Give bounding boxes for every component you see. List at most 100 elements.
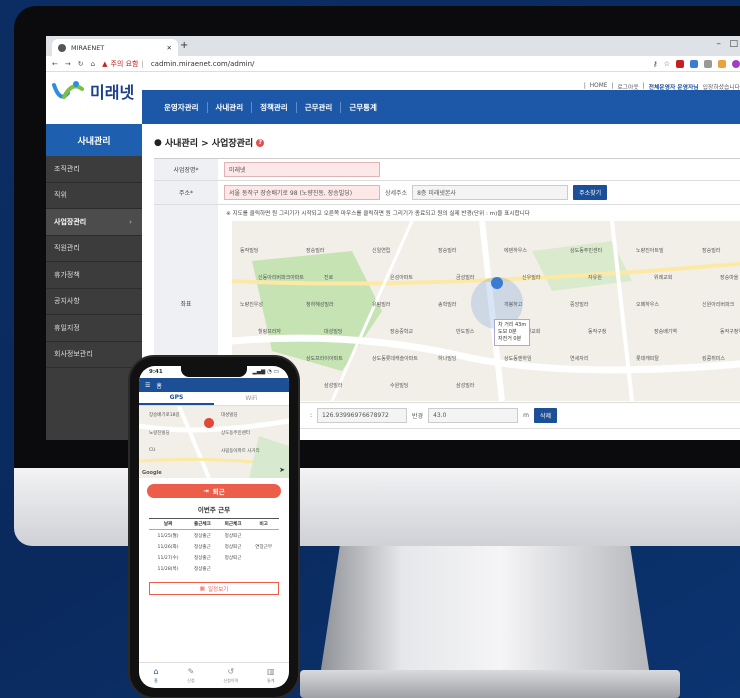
phone-map-label: 노량진빌딩	[149, 431, 170, 436]
map-label: 송학빌라	[438, 302, 457, 308]
detail-address-input[interactable]: 8층 미래넷본사	[412, 185, 569, 200]
new-tab-icon[interactable]: +	[180, 40, 188, 51]
checkout-button[interactable]: ⇥ 퇴근	[147, 484, 281, 498]
footer-item-apply[interactable]: ✎ 신청	[187, 667, 194, 684]
car-distance: 차 거리 43m	[498, 322, 527, 328]
tab-wifi[interactable]: WiFi	[214, 392, 289, 405]
menu-icon[interactable]: ☰	[145, 382, 150, 389]
brand-logo[interactable]: 미래넷	[52, 79, 134, 103]
sidebar-item-company-info[interactable]: 회사정보관리	[46, 342, 142, 368]
table-header: 날짜	[149, 518, 188, 530]
location-pin-icon	[491, 277, 504, 289]
sidebar-item-position[interactable]: 직위	[46, 183, 142, 209]
map-view[interactable]: 동작빌딩 장승빌라 신일연립 장승빌라 에덴하우스 상도동주민센터 노량진아트빌 장승빌라 신동…	[232, 221, 740, 401]
extension-icon[interactable]	[704, 59, 712, 68]
close-icon[interactable]: ✕	[167, 44, 172, 52]
tab-gps[interactable]: GPS	[139, 392, 214, 405]
map-label: 상도동롯데캐슬아파트	[372, 356, 419, 362]
extension-icon[interactable]	[676, 59, 684, 68]
table-row: 11/28(목) 정상출근	[149, 563, 279, 574]
location-pin-icon	[204, 418, 215, 428]
name-input[interactable]: 미래넷	[224, 162, 380, 177]
profile-icon[interactable]	[732, 59, 740, 68]
star-icon[interactable]: ☆	[664, 60, 670, 68]
attendance-table: 날짜 출근체크 퇴근체크 비고 11/25(월) 정상출근 정상퇴근 11/26(화…	[149, 518, 279, 574]
gnb-item-company[interactable]: 사내관리	[208, 101, 253, 113]
gnb-item-work[interactable]: 근무관리	[297, 101, 342, 113]
sidebar-item-notice[interactable]: 공지사항	[46, 289, 142, 315]
footer-label: 신청이력	[223, 678, 239, 683]
table-cell	[248, 530, 279, 542]
address-label: 주소*	[154, 181, 218, 204]
reload-icon[interactable]: ↻	[78, 60, 84, 68]
map-label: 오페하우스	[636, 302, 660, 308]
address-input[interactable]: 서울 동작구 장승배기로 98 (노량진동, 장승빌딩)	[224, 185, 380, 200]
delete-button[interactable]: 삭제	[533, 408, 557, 423]
form-row-address: 주소* 서울 동작구 장승배기로 98 (노량진동, 장승빌딩) 상세주소 8층…	[154, 181, 740, 205]
longitude-input[interactable]: 126.93996976678972	[317, 408, 408, 423]
map-label: 대성빌딩	[324, 329, 343, 335]
back-icon[interactable]: ←	[52, 60, 58, 68]
table-row: 11/25(월) 정상출근 정상퇴근	[149, 530, 279, 542]
phone-footer-nav: ⌂ 홈 ✎ 신청 ↺ 신청이력 ▥ 통계	[139, 662, 289, 688]
footer-label: 신청	[187, 678, 195, 683]
sidebar-item-leave[interactable]: 휴가정책	[46, 262, 142, 289]
map-label: 동작빌딩	[240, 248, 259, 254]
global-nav: 운영자관리 사내관리 정책관리 근무관리 근무통계	[142, 90, 740, 124]
footer-item-stats[interactable]: ▥ 통계	[267, 667, 275, 684]
map-note: ※ 지도를 클릭하면 원 그리기가 시작되고 오른쪽 마우스를 클릭하면 원 그…	[226, 211, 530, 217]
week-title: 이번주 근무	[197, 506, 231, 514]
extension-icon[interactable]	[690, 59, 698, 68]
help-icon[interactable]: ?	[256, 138, 265, 147]
sidebar-item-holiday[interactable]: 휴일지정	[46, 315, 142, 342]
sidebar-item-label: 사업장관리	[54, 217, 87, 226]
gnb-item-operator[interactable]: 운영자관리	[156, 101, 208, 113]
minimize-icon[interactable]: – □	[716, 39, 738, 49]
logo-icon	[52, 81, 84, 99]
table-cell: 11/28(목)	[157, 566, 179, 572]
map-label: 상도동주민센터	[570, 248, 603, 254]
phone-map[interactable]: 장승배기로18길 대성빌딩 노량진빌딩 상도동주민센터 CU 사림동아파트 사거리 Goo…	[139, 406, 289, 478]
map-label: 장승빌라	[702, 248, 721, 254]
detail-address-label: 상세주소	[385, 190, 408, 197]
security-warning[interactable]: ▲ 주의 요함 |	[102, 59, 144, 69]
schedule-button[interactable]: ▦ 일정보기	[149, 582, 279, 595]
table-cell	[218, 563, 249, 574]
footer-label: 통계	[267, 678, 275, 683]
table-cell	[248, 563, 279, 574]
locate-icon[interactable]: ➤	[279, 466, 285, 474]
map-label: 상도동엔하임	[504, 356, 532, 362]
radius-input[interactable]: 43.0	[428, 408, 519, 423]
calendar-icon: ▦	[199, 585, 205, 592]
gnb-item-stats[interactable]: 근무통계	[341, 102, 385, 113]
table-cell: 정상출근	[193, 555, 211, 561]
sidebar-item-staff[interactable]: 직원관리	[46, 236, 142, 262]
map-label: 청하혜성빌라	[306, 302, 334, 308]
sidebar-item-org[interactable]: 조직관리	[46, 156, 142, 183]
url-input[interactable]: cadmin.miraenet.com/admin/	[151, 60, 255, 68]
history-icon: ↺	[227, 667, 235, 676]
gnb-item-policy[interactable]: 정책관리	[252, 101, 297, 113]
footer-item-history[interactable]: ↺ 신청이력	[223, 667, 238, 684]
map-label: 신동아리버파크아파트	[258, 275, 305, 281]
browser-tab[interactable]: MIRAENET ✕	[52, 39, 178, 56]
key-icon[interactable]: ⚷	[653, 60, 658, 68]
table-header: 퇴근체크	[217, 518, 249, 530]
table-cell	[248, 552, 279, 563]
home-icon[interactable]: ⌂	[91, 60, 95, 68]
phone-time: 9:41	[149, 369, 163, 375]
map-label: 수원빌딩	[390, 383, 409, 389]
phone-screen: 9:41 ▂▄▆ ◔ ▭ ☰ 홈 GPS WiFi 장승배기로18길 대성빌딩 노량…	[139, 366, 289, 688]
phone-map-label: CU	[149, 448, 156, 453]
footer-item-home[interactable]: ⌂ 홈	[153, 667, 158, 684]
extension-icon[interactable]	[718, 59, 726, 68]
pencil-icon: ✎	[187, 667, 195, 676]
home-link[interactable]: HOME	[590, 83, 608, 89]
sidebar-item-workplace[interactable]: 사업장관리 ›	[46, 209, 142, 236]
sidebar-title: 사내관리	[46, 124, 142, 156]
map-label: 신원아리버파크	[702, 302, 735, 308]
radius-label: 반경	[412, 413, 424, 420]
address-search-button[interactable]: 주소찾기	[573, 185, 608, 200]
forward-icon[interactable]: →	[65, 60, 71, 68]
page-title-text: 사내관리 > 사업장관리	[164, 139, 254, 149]
